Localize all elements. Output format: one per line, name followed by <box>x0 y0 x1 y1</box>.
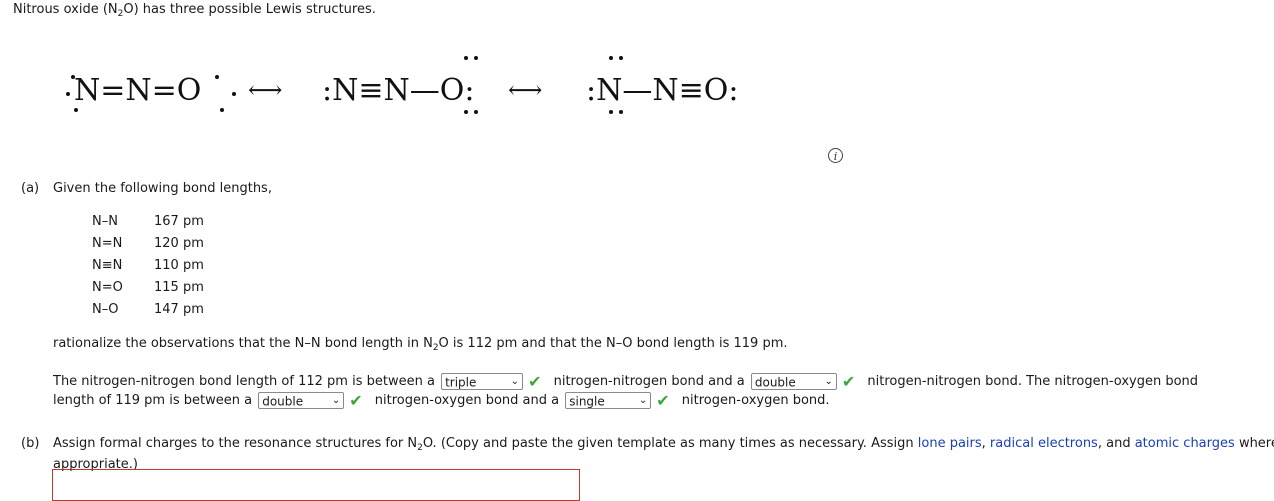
part-b-label: (b) <box>21 436 40 451</box>
bond-length: 120 pm <box>154 235 204 251</box>
chevron-down-icon: ⌄ <box>638 395 648 406</box>
electron-dot <box>464 56 468 60</box>
check-icon: ✔ <box>528 372 542 391</box>
electron-dot <box>215 75 219 79</box>
answer-line-2: length of 119 pm is between a double ⌄ ✔ n… <box>53 391 830 410</box>
electron-dot <box>474 56 478 60</box>
chevron-down-icon: ⌄ <box>824 376 833 387</box>
bond-length: 147 pm <box>154 301 204 317</box>
electron-dot <box>474 110 478 114</box>
answer-text: nitrogen-nitrogen bond and a <box>553 374 745 389</box>
part-a-prompt: Given the following bond lengths, <box>53 181 272 196</box>
chevron-down-icon: ⌄ <box>331 395 341 406</box>
drawing-template[interactable] <box>52 469 580 501</box>
electron-dot <box>232 92 236 96</box>
bond-type-select-1[interactable]: triple ⌄ <box>441 373 524 390</box>
atomic-charges-link[interactable]: atomic charges <box>1135 436 1235 451</box>
electron-dot <box>74 108 78 112</box>
electron-dot <box>66 92 70 96</box>
intro-text: Nitrous oxide (N2O) has three possible L… <box>13 2 376 19</box>
structure-1: N=N=O <box>74 73 202 108</box>
bond-name: N=O <box>92 279 123 295</box>
electron-dot <box>464 110 468 114</box>
chevron-down-icon: ⌄ <box>510 376 520 387</box>
electron-dot <box>619 110 623 114</box>
lone-pairs-link[interactable]: lone pairs <box>918 436 982 451</box>
info-icon[interactable]: i <box>828 148 843 163</box>
answer-text: nitrogen-nitrogen bond. The nitrogen-oxy… <box>867 374 1199 389</box>
check-icon: ✔ <box>841 372 856 391</box>
bond-length: 110 pm <box>154 257 204 273</box>
rationalize-prompt: rationalize the observations that the N–… <box>53 336 788 353</box>
structure-3: :N—N≡O: <box>586 73 739 108</box>
answer-line-1: The nitrogen-nitrogen bond length of 112… <box>53 372 1198 391</box>
part-a-label: (a) <box>21 181 40 196</box>
bond-type-select-2[interactable]: double ⌄ <box>750 373 837 390</box>
bond-name: N≡N <box>92 257 123 273</box>
bond-length-table: N–N 167 pm N=N 120 pm N≡N 110 pm N=O 115 pm … <box>92 210 204 320</box>
answer-text: The nitrogen-nitrogen bond length of 112… <box>53 374 435 389</box>
table-row: N–O 147 pm <box>92 298 204 320</box>
part-b-prompt: Assign formal charges to the resonance s… <box>53 436 1274 453</box>
bond-name: N=N <box>92 235 123 251</box>
electron-dot <box>220 108 224 112</box>
check-icon: ✔ <box>656 391 670 410</box>
bond-name: N–O <box>92 301 119 317</box>
electron-dot <box>609 110 613 114</box>
resonance-arrow: ⟷ <box>508 76 543 104</box>
bond-type-select-4[interactable]: single ⌄ <box>565 392 652 409</box>
electron-dot <box>619 56 623 60</box>
answer-text: nitrogen-oxygen bond and a <box>374 393 560 408</box>
table-row: N=O 115 pm <box>92 276 204 298</box>
answer-text: length of 119 pm is between a <box>53 393 253 408</box>
structure-2: :N≡N—O: <box>322 73 475 108</box>
bond-length: 115 pm <box>154 279 204 295</box>
electron-dot <box>71 75 75 79</box>
electron-dot <box>609 56 613 60</box>
table-row: N=N 120 pm <box>92 232 204 254</box>
lewis-structures: N=N=O ⟷ :N≡N—O: ⟷ :N—N≡O: <box>0 40 800 140</box>
check-icon: ✔ <box>349 391 363 410</box>
resonance-arrow: ⟷ <box>248 76 283 104</box>
bond-length: 167 pm <box>154 213 204 229</box>
table-row: N–N 167 pm <box>92 210 204 232</box>
table-row: N≡N 110 pm <box>92 254 204 276</box>
answer-text: nitrogen-oxygen bond. <box>681 393 830 408</box>
bond-type-select-3[interactable]: double ⌄ <box>258 392 345 409</box>
radical-electrons-link[interactable]: radical electrons <box>990 436 1098 451</box>
bond-name: N–N <box>92 213 118 229</box>
